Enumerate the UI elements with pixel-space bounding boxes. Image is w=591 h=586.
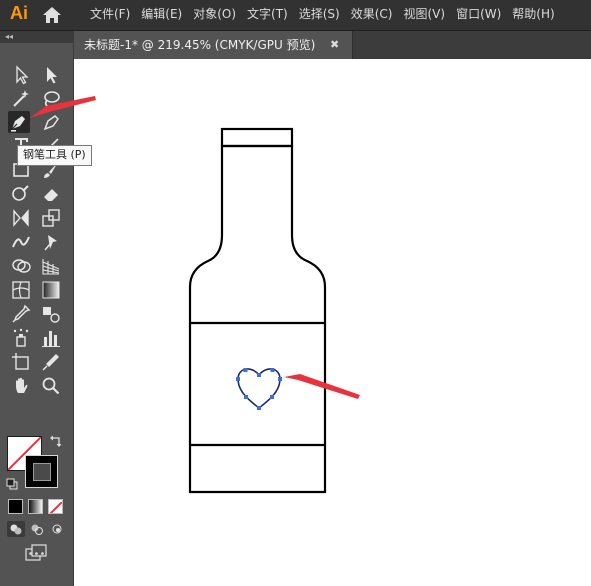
default-colors-icon[interactable] [6,475,18,490]
perspective-grid-tool-icon[interactable] [40,255,62,277]
slice-tool-icon[interactable] [40,351,62,373]
color-mode-button[interactable] [8,499,23,514]
hand-tool-icon[interactable] [10,375,32,397]
menu-items: 文件(F) 编辑(E) 对象(O) 文字(T) 选择(S) 效果(C) 视图(V… [90,0,566,30]
pen-tool-arrow-icon [30,96,96,118]
close-icon[interactable]: ✖ [330,31,339,59]
anchor-point[interactable] [236,377,240,381]
bottle-cap [220,127,294,148]
shaper-tool-icon[interactable] [10,183,32,205]
pen-tool-tooltip: 钢笔工具 (P) [17,145,92,166]
document-tab-bar: 未标题-1* @ 219.45% (CMYK/GPU 预览) ✖ [74,31,591,59]
artboard-canvas[interactable] [74,59,591,586]
artboard-tool-icon[interactable] [10,351,32,373]
none-mode-button[interactable] [48,499,63,514]
bottle-body [188,144,327,494]
menu-select[interactable]: 选择(S) [299,0,340,30]
draw-inside-icon[interactable] [48,521,66,537]
menu-edit[interactable]: 编辑(E) [141,0,182,30]
anchor-point[interactable] [270,395,274,399]
blend-tool-icon[interactable] [40,303,62,325]
eraser-tool-icon[interactable] [40,183,62,205]
draw-behind-icon[interactable] [28,521,46,537]
menu-type[interactable]: 文字(T) [247,0,288,30]
column-graph-tool-icon[interactable] [40,327,62,349]
scale-tool-icon[interactable] [40,207,62,229]
stroke-color-swatch[interactable] [25,455,58,488]
draw-normal-icon[interactable] [7,521,25,537]
anchor-point[interactable] [257,406,261,410]
stroke-inner [33,463,51,481]
swap-colors-icon[interactable] [49,433,63,447]
symbol-sprayer-tool-icon[interactable] [10,327,32,349]
menu-window[interactable]: 窗口(W) [456,0,501,30]
heart-path[interactable] [236,368,282,410]
zoom-tool-icon[interactable] [40,375,62,397]
anchor-point[interactable] [278,377,282,381]
anchor-point[interactable] [270,368,275,372]
anchor-point[interactable] [243,368,248,372]
more-tools-button[interactable]: ••• [0,549,73,560]
menu-object[interactable]: 对象(O) [193,0,236,30]
gradient-tool-icon[interactable] [40,279,62,301]
gradient-mode-button[interactable] [28,499,43,514]
bottle-drawing [188,127,327,494]
anchor-point[interactable] [244,395,248,399]
anchor-point[interactable] [257,373,261,377]
eyedropper-tool-icon[interactable] [10,303,32,325]
heart-arrow-icon [284,374,360,399]
rotate-tool-icon[interactable] [10,207,32,229]
menu-effect[interactable]: 效果(C) [351,0,393,30]
menu-help[interactable]: 帮助(H) [512,0,554,30]
mesh-tool-icon[interactable] [10,279,32,301]
width-tool-icon[interactable] [10,231,32,253]
puppet-warp-tool-icon[interactable] [40,231,62,253]
menu-view[interactable]: 视图(V) [403,0,445,30]
shape-builder-tool-icon[interactable] [10,255,32,277]
